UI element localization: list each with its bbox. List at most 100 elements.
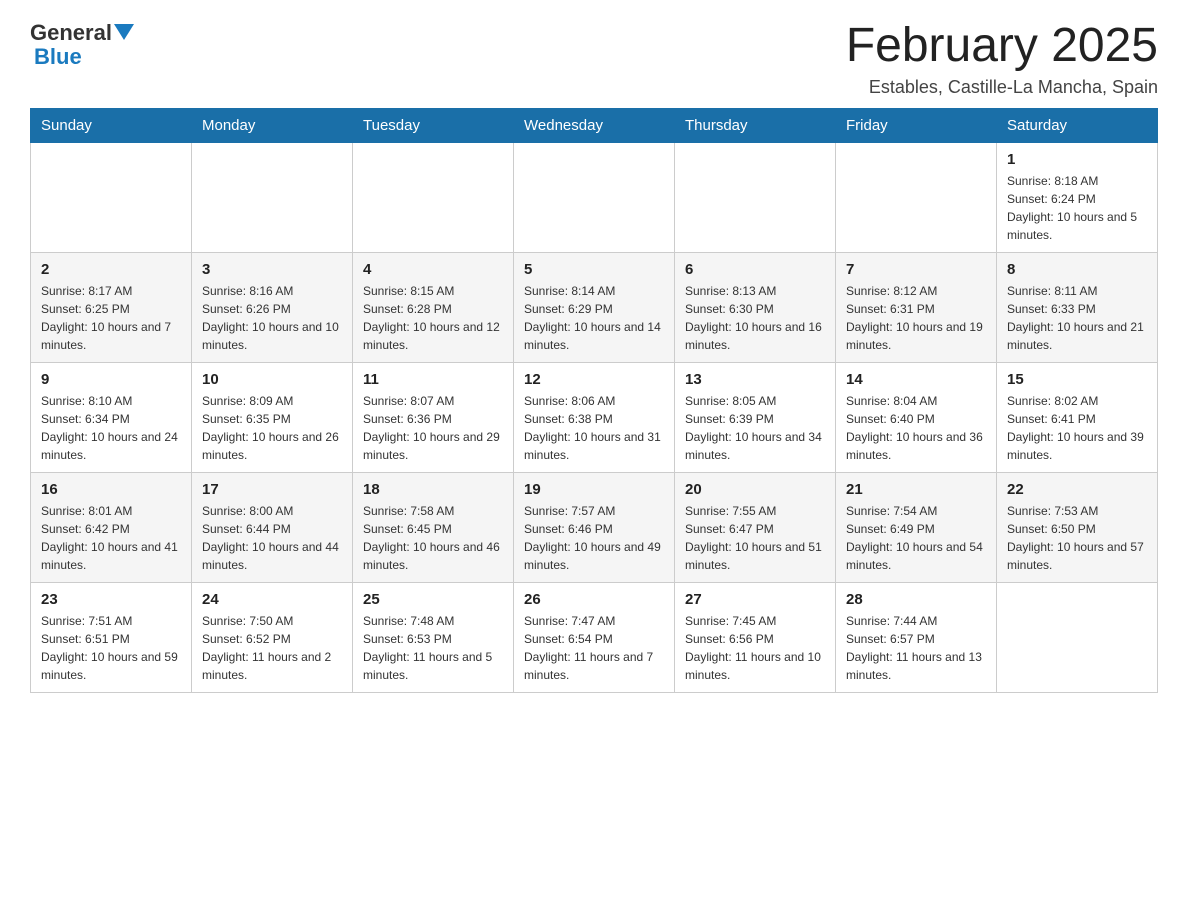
calendar-cell bbox=[514, 142, 675, 252]
day-info: Sunrise: 7:44 AMSunset: 6:57 PMDaylight:… bbox=[846, 612, 986, 684]
day-number: 26 bbox=[524, 591, 664, 608]
logo-general-text: General bbox=[30, 20, 112, 46]
calendar-cell: 3 Sunrise: 8:16 AMSunset: 6:26 PMDaylight… bbox=[192, 252, 353, 362]
calendar-cell bbox=[353, 142, 514, 252]
day-number: 23 bbox=[41, 591, 181, 608]
calendar-week-row: 1 Sunrise: 8:18 AMSunset: 6:24 PMDaylight… bbox=[31, 142, 1158, 252]
day-info: Sunrise: 7:48 AMSunset: 6:53 PMDaylight:… bbox=[363, 612, 503, 684]
day-info: Sunrise: 8:18 AMSunset: 6:24 PMDaylight:… bbox=[1007, 172, 1147, 244]
day-number: 1 bbox=[1007, 151, 1147, 168]
day-of-week-header: Saturday bbox=[997, 108, 1158, 142]
day-number: 24 bbox=[202, 591, 342, 608]
calendar-cell: 19Sunrise: 7:57 AMSunset: 6:46 PMDayligh… bbox=[514, 472, 675, 582]
calendar-cell bbox=[675, 142, 836, 252]
calendar-cell bbox=[31, 142, 192, 252]
day-info: Sunrise: 7:47 AMSunset: 6:54 PMDaylight:… bbox=[524, 612, 664, 684]
calendar-cell: 7Sunrise: 8:12 AMSunset: 6:31 PMDaylight… bbox=[836, 252, 997, 362]
calendar-week-row: 23 Sunrise: 7:51 AMSunset: 6:51 PMDayligh… bbox=[31, 582, 1158, 692]
calendar-cell: 12 Sunrise: 8:06 AMSunset: 6:38 PMDayligh… bbox=[514, 362, 675, 472]
day-info: Sunrise: 7:53 AMSunset: 6:50 PMDaylight:… bbox=[1007, 502, 1147, 574]
calendar-cell: 15 Sunrise: 8:02 AMSunset: 6:41 PMDayligh… bbox=[997, 362, 1158, 472]
day-number: 15 bbox=[1007, 371, 1147, 388]
day-number: 10 bbox=[202, 371, 342, 388]
day-number: 4 bbox=[363, 261, 503, 278]
day-number: 12 bbox=[524, 371, 664, 388]
day-number: 27 bbox=[685, 591, 825, 608]
day-info: Sunrise: 7:51 AMSunset: 6:51 PMDaylight:… bbox=[41, 612, 181, 684]
calendar-cell: 22 Sunrise: 7:53 AMSunset: 6:50 PMDayligh… bbox=[997, 472, 1158, 582]
location-subtitle: Estables, Castille-La Mancha, Spain bbox=[846, 77, 1158, 98]
day-number: 19 bbox=[524, 481, 664, 498]
logo-blue-text: Blue bbox=[34, 44, 82, 69]
calendar-cell: 9Sunrise: 8:10 AMSunset: 6:34 PMDaylight… bbox=[31, 362, 192, 472]
day-of-week-header: Thursday bbox=[675, 108, 836, 142]
day-info: Sunrise: 8:11 AMSunset: 6:33 PMDaylight:… bbox=[1007, 282, 1147, 354]
calendar-cell: 18 Sunrise: 7:58 AMSunset: 6:45 PMDayligh… bbox=[353, 472, 514, 582]
calendar-cell: 24 Sunrise: 7:50 AMSunset: 6:52 PMDayligh… bbox=[192, 582, 353, 692]
page-header: General Blue February 2025 Estables, Cas… bbox=[30, 20, 1158, 98]
day-number: 11 bbox=[363, 371, 503, 388]
day-info: Sunrise: 8:13 AMSunset: 6:30 PMDaylight:… bbox=[685, 282, 825, 354]
day-of-week-header: Friday bbox=[836, 108, 997, 142]
day-info: Sunrise: 8:06 AMSunset: 6:38 PMDaylight:… bbox=[524, 392, 664, 464]
day-number: 25 bbox=[363, 591, 503, 608]
days-header-row: SundayMondayTuesdayWednesdayThursdayFrid… bbox=[31, 108, 1158, 142]
logo-triangle-icon bbox=[114, 24, 134, 40]
day-number: 3 bbox=[202, 261, 342, 278]
calendar-cell: 6 Sunrise: 8:13 AMSunset: 6:30 PMDaylight… bbox=[675, 252, 836, 362]
calendar-cell: 8 Sunrise: 8:11 AMSunset: 6:33 PMDaylight… bbox=[997, 252, 1158, 362]
calendar-cell: 4 Sunrise: 8:15 AMSunset: 6:28 PMDaylight… bbox=[353, 252, 514, 362]
calendar-cell: 16 Sunrise: 8:01 AMSunset: 6:42 PMDayligh… bbox=[31, 472, 192, 582]
calendar-cell: 21Sunrise: 7:54 AMSunset: 6:49 PMDayligh… bbox=[836, 472, 997, 582]
month-title: February 2025 bbox=[846, 20, 1158, 73]
day-number: 16 bbox=[41, 481, 181, 498]
day-number: 22 bbox=[1007, 481, 1147, 498]
day-info: Sunrise: 7:45 AMSunset: 6:56 PMDaylight:… bbox=[685, 612, 825, 684]
day-of-week-header: Monday bbox=[192, 108, 353, 142]
day-info: Sunrise: 7:55 AMSunset: 6:47 PMDaylight:… bbox=[685, 502, 825, 574]
day-of-week-header: Tuesday bbox=[353, 108, 514, 142]
calendar-cell bbox=[192, 142, 353, 252]
calendar-table: SundayMondayTuesdayWednesdayThursdayFrid… bbox=[30, 108, 1158, 693]
day-number: 20 bbox=[685, 481, 825, 498]
day-info: Sunrise: 8:15 AMSunset: 6:28 PMDaylight:… bbox=[363, 282, 503, 354]
calendar-cell: 10 Sunrise: 8:09 AMSunset: 6:35 PMDayligh… bbox=[192, 362, 353, 472]
day-number: 5 bbox=[524, 261, 664, 278]
calendar-week-row: 16 Sunrise: 8:01 AMSunset: 6:42 PMDayligh… bbox=[31, 472, 1158, 582]
day-info: Sunrise: 8:16 AMSunset: 6:26 PMDaylight:… bbox=[202, 282, 342, 354]
calendar-cell: 28 Sunrise: 7:44 AMSunset: 6:57 PMDayligh… bbox=[836, 582, 997, 692]
calendar-cell: 1 Sunrise: 8:18 AMSunset: 6:24 PMDaylight… bbox=[997, 142, 1158, 252]
day-info: Sunrise: 8:10 AMSunset: 6:34 PMDaylight:… bbox=[41, 392, 181, 464]
calendar-cell: 17 Sunrise: 8:00 AMSunset: 6:44 PMDayligh… bbox=[192, 472, 353, 582]
day-number: 28 bbox=[846, 591, 986, 608]
day-number: 18 bbox=[363, 481, 503, 498]
logo: General Blue bbox=[30, 20, 134, 70]
calendar-cell: 20 Sunrise: 7:55 AMSunset: 6:47 PMDayligh… bbox=[675, 472, 836, 582]
calendar-cell: 25 Sunrise: 7:48 AMSunset: 6:53 PMDayligh… bbox=[353, 582, 514, 692]
day-number: 17 bbox=[202, 481, 342, 498]
day-of-week-header: Wednesday bbox=[514, 108, 675, 142]
calendar-cell: 14Sunrise: 8:04 AMSunset: 6:40 PMDayligh… bbox=[836, 362, 997, 472]
calendar-cell: 11 Sunrise: 8:07 AMSunset: 6:36 PMDayligh… bbox=[353, 362, 514, 472]
day-info: Sunrise: 8:01 AMSunset: 6:42 PMDaylight:… bbox=[41, 502, 181, 574]
calendar-cell: 5 Sunrise: 8:14 AMSunset: 6:29 PMDaylight… bbox=[514, 252, 675, 362]
calendar-week-row: 9Sunrise: 8:10 AMSunset: 6:34 PMDaylight… bbox=[31, 362, 1158, 472]
day-info: Sunrise: 8:17 AMSunset: 6:25 PMDaylight:… bbox=[41, 282, 181, 354]
day-number: 8 bbox=[1007, 261, 1147, 278]
calendar-cell: 23 Sunrise: 7:51 AMSunset: 6:51 PMDayligh… bbox=[31, 582, 192, 692]
calendar-week-row: 2 Sunrise: 8:17 AMSunset: 6:25 PMDaylight… bbox=[31, 252, 1158, 362]
calendar-cell bbox=[997, 582, 1158, 692]
day-number: 6 bbox=[685, 261, 825, 278]
day-info: Sunrise: 8:09 AMSunset: 6:35 PMDaylight:… bbox=[202, 392, 342, 464]
day-info: Sunrise: 8:14 AMSunset: 6:29 PMDaylight:… bbox=[524, 282, 664, 354]
day-info: Sunrise: 7:58 AMSunset: 6:45 PMDaylight:… bbox=[363, 502, 503, 574]
day-number: 21 bbox=[846, 481, 986, 498]
day-info: Sunrise: 8:07 AMSunset: 6:36 PMDaylight:… bbox=[363, 392, 503, 464]
calendar-cell: 27 Sunrise: 7:45 AMSunset: 6:56 PMDayligh… bbox=[675, 582, 836, 692]
day-number: 14 bbox=[846, 371, 986, 388]
day-number: 2 bbox=[41, 261, 181, 278]
day-info: Sunrise: 8:02 AMSunset: 6:41 PMDaylight:… bbox=[1007, 392, 1147, 464]
day-info: Sunrise: 8:00 AMSunset: 6:44 PMDaylight:… bbox=[202, 502, 342, 574]
day-info: Sunrise: 7:50 AMSunset: 6:52 PMDaylight:… bbox=[202, 612, 342, 684]
calendar-cell bbox=[836, 142, 997, 252]
